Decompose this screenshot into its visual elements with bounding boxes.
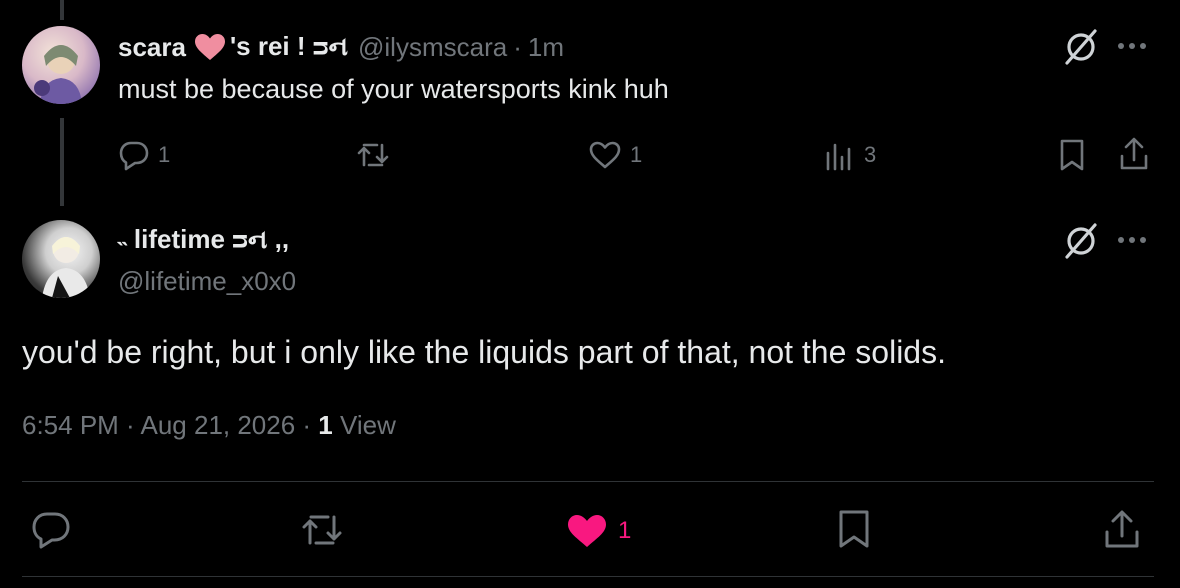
- reply-header: scara 's rei ! ᴝન @ilysmscara · 1m: [118, 30, 564, 64]
- divider-bottom: [22, 576, 1154, 577]
- main-like-button[interactable]: 1: [566, 512, 631, 550]
- analytics-icon: [824, 139, 854, 171]
- thread-line-top: [60, 0, 64, 20]
- main-display-name[interactable]: ˵ lifetime ᴝન ,,: [118, 224, 289, 256]
- reply-repost-button[interactable]: [356, 138, 390, 172]
- thread-line-connector: [60, 118, 64, 206]
- main-handle[interactable]: @lifetime_x0x0: [118, 266, 296, 297]
- reply-comment-count: 1: [158, 142, 171, 167]
- heart-filled-icon: [566, 513, 608, 549]
- repost-icon: [300, 510, 344, 550]
- reply-handle[interactable]: @ilysmscara: [358, 32, 507, 63]
- reply-text: must be because of your watersports kink…: [118, 74, 669, 104]
- bookmark-icon: [1058, 138, 1086, 172]
- main-comment-button[interactable]: [30, 510, 72, 550]
- reply-display-name[interactable]: scara: [118, 32, 186, 63]
- main-more-icon[interactable]: [1117, 236, 1147, 244]
- reply-avatar[interactable]: [22, 26, 100, 104]
- heart-emoji-icon: [194, 33, 226, 61]
- reply-views-button[interactable]: 3: [824, 138, 876, 172]
- reply-bookmark-button[interactable]: [1058, 138, 1086, 172]
- main-timestamp[interactable]: 6:54 PM · Aug 21, 2026 ·: [22, 410, 318, 440]
- reply-view-count: 3: [864, 142, 877, 167]
- comment-icon: [118, 139, 150, 171]
- main-post-text: you'd be right, but i only like the liqu…: [22, 334, 946, 370]
- reply-grok-icon[interactable]: [1062, 28, 1100, 66]
- main-repost-button[interactable]: [300, 510, 344, 550]
- reply-comment-button[interactable]: 1: [118, 138, 170, 172]
- reply-time[interactable]: 1m: [528, 32, 564, 63]
- main-like-count: 1: [618, 517, 632, 544]
- share-icon: [1102, 508, 1142, 550]
- comment-icon: [30, 510, 72, 550]
- bookmark-icon: [836, 508, 872, 550]
- main-post-meta: 6:54 PM · Aug 21, 2026 · 1 View: [22, 410, 396, 441]
- reply-display-name-suffix[interactable]: 's rei ! ᴝન: [230, 31, 348, 63]
- repost-icon: [356, 139, 390, 171]
- reply-separator: ·: [513, 31, 522, 62]
- main-view-label: View: [340, 410, 396, 440]
- reply-like-count: 1: [630, 142, 643, 167]
- divider-top: [22, 481, 1154, 482]
- reply-share-button[interactable]: [1118, 136, 1150, 172]
- main-share-button[interactable]: [1102, 508, 1142, 550]
- reply-like-button[interactable]: 1: [588, 138, 642, 172]
- main-avatar[interactable]: [22, 220, 100, 298]
- share-icon: [1118, 136, 1150, 172]
- reply-more-icon[interactable]: [1117, 42, 1147, 50]
- main-bookmark-button[interactable]: [836, 508, 872, 550]
- heart-outline-icon: [588, 140, 622, 170]
- main-view-count: 1: [318, 410, 333, 440]
- main-grok-icon[interactable]: [1062, 222, 1100, 260]
